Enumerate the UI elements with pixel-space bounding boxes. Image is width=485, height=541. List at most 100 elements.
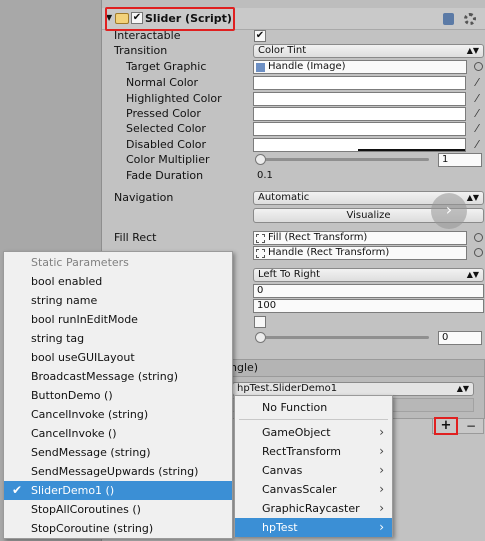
menu-item-label: StopAllCoroutines () bbox=[31, 503, 141, 516]
gear-icon[interactable] bbox=[464, 13, 476, 25]
submenu-arrow-icon: › bbox=[379, 425, 384, 439]
slider-thumb[interactable] bbox=[255, 332, 266, 343]
menu-item-label: ButtonDemo () bbox=[31, 389, 113, 402]
add-label: + bbox=[440, 418, 452, 433]
menu-item[interactable]: string tag bbox=[4, 329, 232, 348]
menu-item[interactable]: CancelInvoke (string) bbox=[4, 405, 232, 424]
menu-item[interactable]: bool useGUILayout bbox=[4, 348, 232, 367]
menu-separator bbox=[239, 419, 388, 420]
object-picker-icon[interactable] bbox=[474, 62, 483, 71]
eyedropper-icon[interactable]: ⁄ bbox=[471, 107, 483, 120]
submenu-arrow-icon: › bbox=[379, 482, 384, 496]
object-picker-icon[interactable] bbox=[474, 248, 483, 257]
highlighted-color-swatch[interactable] bbox=[253, 92, 466, 106]
interactable-label: Interactable bbox=[114, 29, 181, 42]
menu-item-label: hpTest bbox=[262, 521, 298, 534]
object-picker-icon[interactable] bbox=[474, 233, 483, 242]
dropdown-arrow-icon: ▲▼ bbox=[466, 193, 479, 202]
menu-item[interactable]: CancelInvoke () bbox=[4, 424, 232, 443]
target-graphic-field[interactable]: Handle (Image) bbox=[253, 60, 467, 74]
menu-item[interactable]: string name bbox=[4, 291, 232, 310]
menu-item[interactable]: StopAllCoroutines () bbox=[4, 500, 232, 519]
help-book-icon[interactable] bbox=[443, 13, 454, 25]
color-multiplier-field[interactable]: 1 bbox=[438, 153, 482, 167]
remove-event-button[interactable]: − bbox=[461, 419, 481, 433]
image-icon bbox=[256, 63, 265, 72]
eyedropper-icon[interactable]: ⁄ bbox=[471, 76, 483, 89]
selected-color-label: Selected Color bbox=[126, 122, 206, 135]
fade-duration-label: Fade Duration bbox=[126, 169, 204, 182]
menu-item-label: CancelInvoke (string) bbox=[31, 408, 149, 421]
dropdown-arrow-icon: ▲▼ bbox=[456, 384, 469, 393]
menu-item[interactable]: SendMessage (string) bbox=[4, 443, 232, 462]
min-value-field[interactable]: 0 bbox=[253, 284, 484, 298]
menu-item[interactable]: GameObject › bbox=[235, 423, 392, 442]
transition-value: Color Tint bbox=[258, 45, 307, 56]
menu-item[interactable]: SendMessageUpwards (string) bbox=[4, 462, 232, 481]
visualize-label: Visualize bbox=[346, 210, 391, 221]
menu-item[interactable]: CanvasScaler › bbox=[235, 480, 392, 499]
submenu-arrow-icon: › bbox=[379, 463, 384, 477]
alpha-bar bbox=[358, 149, 465, 151]
remove-label: − bbox=[465, 419, 477, 433]
value-value: 0 bbox=[442, 332, 449, 343]
menu-item-label: SendMessage (string) bbox=[31, 446, 151, 459]
color-multiplier-track[interactable] bbox=[255, 154, 429, 165]
max-value-field[interactable]: 100 bbox=[253, 299, 484, 313]
selected-color-swatch[interactable] bbox=[253, 122, 466, 136]
interactable-checkbox[interactable]: ✔ bbox=[254, 30, 266, 42]
menu-item-label: GraphicRaycaster bbox=[262, 502, 360, 515]
color-multiplier-label: Color Multiplier bbox=[126, 153, 210, 166]
menu-item-label: StopCoroutine (string) bbox=[31, 522, 154, 535]
normal-color-swatch[interactable] bbox=[253, 76, 466, 90]
fade-duration-value[interactable]: 0.1 bbox=[257, 169, 273, 183]
navigation-label: Navigation bbox=[114, 191, 174, 204]
rect-transform-icon bbox=[256, 249, 265, 258]
menu-item[interactable]: RectTransform › bbox=[235, 442, 392, 461]
slider-thumb[interactable] bbox=[255, 154, 266, 165]
submenu-arrow-icon: › bbox=[379, 520, 384, 534]
submenu-arrow-icon: › bbox=[379, 501, 384, 515]
whole-numbers-checkbox[interactable] bbox=[254, 316, 266, 328]
submenu-arrow-icon: › bbox=[379, 444, 384, 458]
menu-item[interactable]: No Function bbox=[235, 398, 392, 417]
menu-item[interactable]: hpTest › bbox=[235, 518, 392, 537]
menu-item-label: string name bbox=[31, 294, 98, 307]
value-slider-track[interactable] bbox=[255, 332, 429, 343]
next-arrow-overlay-icon[interactable]: › bbox=[431, 193, 467, 229]
direction-value: Left To Right bbox=[258, 269, 321, 280]
menu-item[interactable]: ButtonDemo () bbox=[4, 386, 232, 405]
direction-dropdown[interactable]: Left To Right ▲▼ bbox=[253, 268, 484, 282]
dropdown-arrow-icon: ▲▼ bbox=[466, 270, 479, 279]
disabled-color-label: Disabled Color bbox=[126, 138, 207, 151]
eyedropper-icon[interactable]: ⁄ bbox=[471, 122, 483, 135]
menu-item[interactable]: ✔ SliderDemo1 () bbox=[4, 481, 232, 500]
add-event-button[interactable]: + bbox=[434, 417, 458, 435]
transition-dropdown[interactable]: Color Tint ▲▼ bbox=[253, 44, 484, 58]
fill-rect-value: Fill (Rect Transform) bbox=[268, 232, 368, 243]
rect-transform-icon bbox=[256, 234, 265, 243]
menu-item[interactable]: BroadcastMessage (string) bbox=[4, 367, 232, 386]
pressed-color-swatch[interactable] bbox=[253, 107, 466, 121]
menu-item[interactable]: bool enabled bbox=[4, 272, 232, 291]
event-function-value: hpTest.SliderDemo1 bbox=[237, 383, 338, 394]
handle-rect-field[interactable]: Handle (Rect Transform) bbox=[253, 246, 467, 260]
menu-item-label: RectTransform bbox=[262, 445, 341, 458]
fill-rect-field[interactable]: Fill (Rect Transform) bbox=[253, 231, 467, 245]
menu-item-label: bool useGUILayout bbox=[31, 351, 135, 364]
menu-item[interactable]: bool runInEditMode bbox=[4, 310, 232, 329]
menu-item[interactable]: GraphicRaycaster › bbox=[235, 499, 392, 518]
color-multiplier-value: 1 bbox=[442, 154, 449, 165]
min-value: 0 bbox=[257, 285, 264, 296]
disabled-color-swatch[interactable] bbox=[253, 138, 466, 152]
dropdown-arrow-icon: ▲▼ bbox=[466, 46, 479, 55]
event-function-dropdown[interactable]: hpTest.SliderDemo1 ▲▼ bbox=[232, 382, 474, 396]
eyedropper-icon[interactable]: ⁄ bbox=[471, 92, 483, 105]
menu-header-static-parameters: Static Parameters bbox=[31, 256, 129, 269]
transition-label: Transition bbox=[114, 44, 168, 57]
value-field[interactable]: 0 bbox=[438, 331, 482, 345]
menu-item-label: CancelInvoke () bbox=[31, 427, 117, 440]
eyedropper-icon[interactable]: ⁄ bbox=[471, 138, 483, 151]
menu-item[interactable]: Canvas › bbox=[235, 461, 392, 480]
menu-item[interactable]: StopCoroutine (string) bbox=[4, 519, 232, 538]
